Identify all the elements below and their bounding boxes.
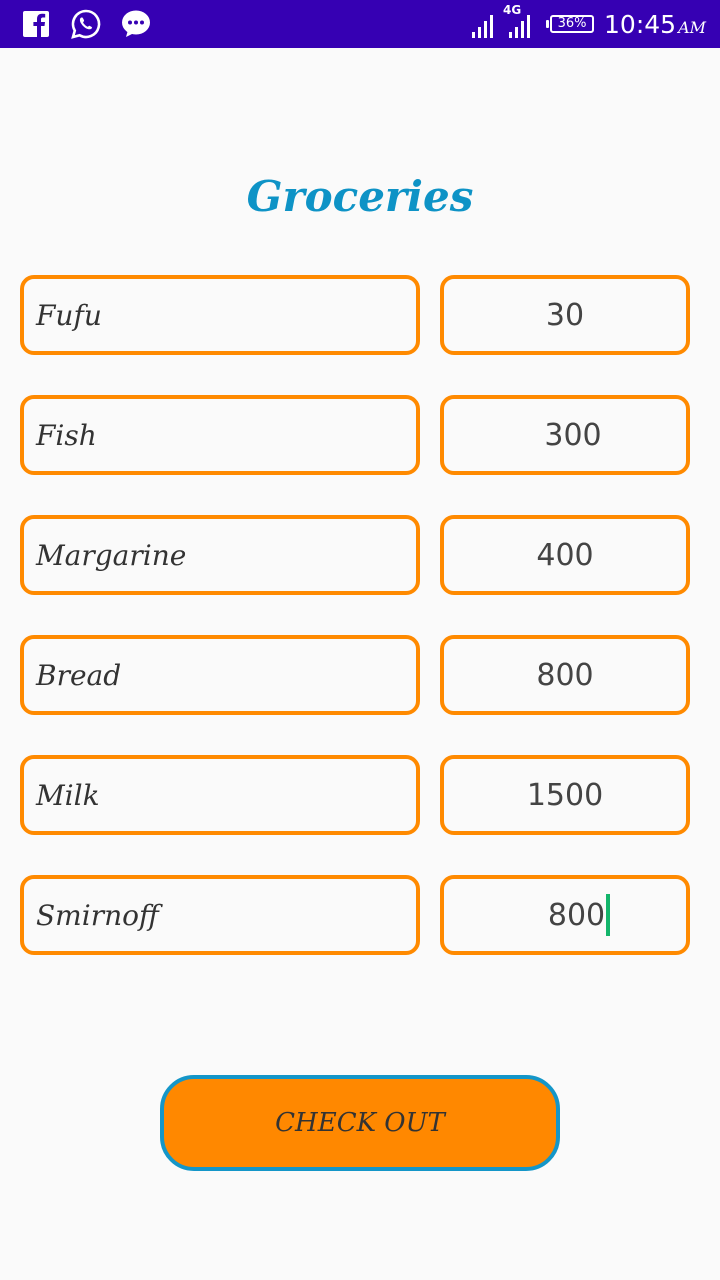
battery-level: 36% xyxy=(557,16,587,31)
page-title: Groceries xyxy=(246,172,474,221)
grocery-row: Fish 300 xyxy=(20,395,690,475)
item-price-value: 1500 xyxy=(526,777,604,813)
item-price-input[interactable]: 800 xyxy=(440,875,690,955)
grocery-row: Fufu 30 xyxy=(20,275,690,355)
system-status: 4G 36% 10:45 AM xyxy=(470,3,706,42)
item-price-input[interactable]: 800 xyxy=(440,635,690,715)
signal-4g: 4G xyxy=(503,3,536,39)
item-name-value: Smirnoff xyxy=(36,898,159,932)
checkout-button-label: CHECK OUT xyxy=(275,1108,445,1138)
signal-icon xyxy=(509,15,531,38)
item-price-value: 800 xyxy=(536,657,594,693)
item-name-input[interactable]: Fish xyxy=(20,395,420,475)
item-name-input[interactable]: Margarine xyxy=(20,515,420,595)
item-price-input[interactable]: 400 xyxy=(440,515,690,595)
clock-am-pm: AM xyxy=(678,17,706,37)
item-price-input[interactable]: 300 xyxy=(440,395,690,475)
item-price-value: 300 xyxy=(544,417,602,453)
item-name-value: Bread xyxy=(36,658,122,692)
item-name-value: Milk xyxy=(36,778,100,812)
grocery-row: Margarine 400 xyxy=(20,515,690,595)
status-bar: 4G 36% 10:45 AM xyxy=(0,0,720,48)
clock-time: 10:45 xyxy=(604,9,677,39)
notification-icons xyxy=(20,8,152,40)
facebook-icon xyxy=(23,11,49,38)
signal-icon xyxy=(472,15,494,38)
whatsapp-icon xyxy=(71,9,101,39)
item-price-value: 800 xyxy=(547,897,606,933)
grocery-row: Bread 800 xyxy=(20,635,690,715)
item-name-input[interactable]: Smirnoff xyxy=(20,875,420,955)
item-name-value: Fish xyxy=(36,418,97,452)
item-price-input[interactable]: 1500 xyxy=(440,755,690,835)
clock: 10:45 AM xyxy=(604,10,706,39)
messenger-icon xyxy=(122,10,150,37)
item-name-input[interactable]: Milk xyxy=(20,755,420,835)
item-name-input[interactable]: Bread xyxy=(20,635,420,715)
item-price-value: 400 xyxy=(536,537,594,573)
item-price-value: 30 xyxy=(545,297,585,333)
grocery-row: Smirnoff 800 xyxy=(20,875,690,955)
checkout-button[interactable]: CHECK OUT xyxy=(160,1075,560,1171)
item-name-value: Margarine xyxy=(36,538,187,572)
item-name-value: Fufu xyxy=(36,298,102,332)
battery-icon: 36% xyxy=(546,15,595,33)
item-price-input[interactable]: 30 xyxy=(440,275,690,355)
text-cursor xyxy=(606,894,611,936)
item-name-input[interactable]: Fufu xyxy=(20,275,420,355)
grocery-row: Milk 1500 xyxy=(20,755,690,835)
